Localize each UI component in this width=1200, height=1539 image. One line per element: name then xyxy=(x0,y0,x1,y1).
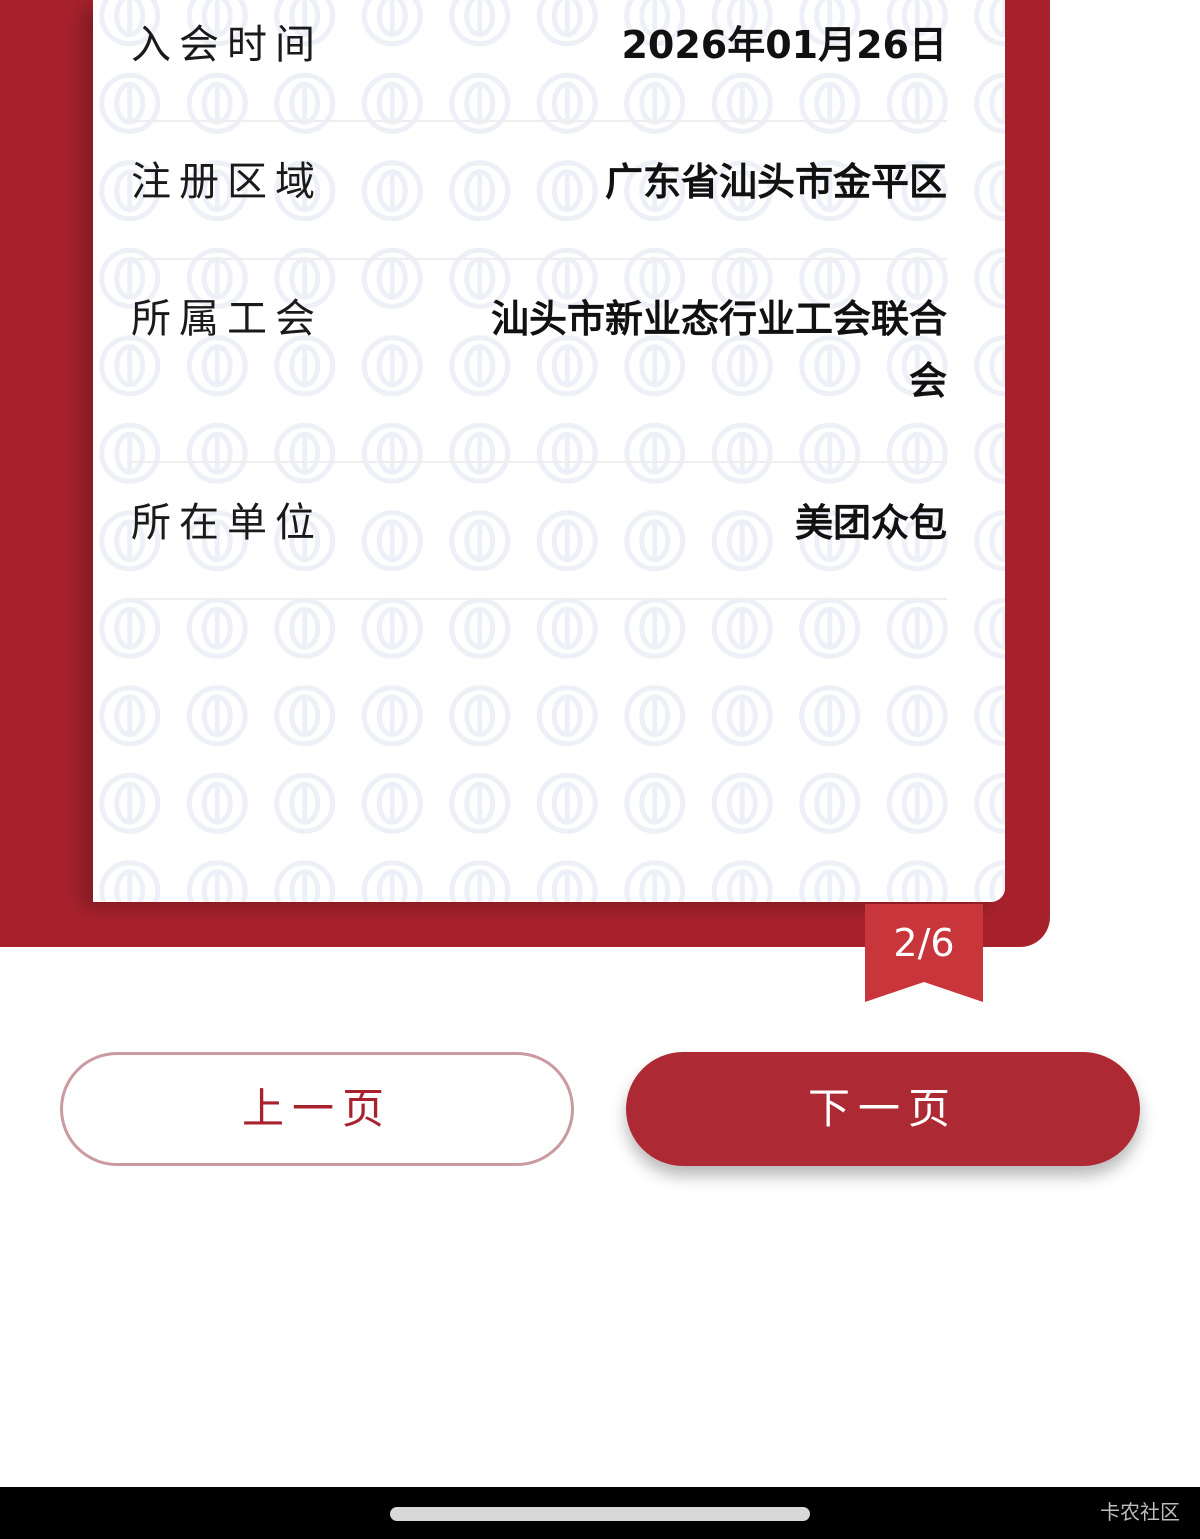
join-date-label: 入会时间 xyxy=(131,22,323,68)
row-divider xyxy=(131,461,947,463)
register-region-label: 注册区域 xyxy=(131,159,323,205)
row-divider xyxy=(131,258,947,260)
employer-label: 所在单位 xyxy=(131,500,323,546)
member-info-card: 入会时间 2026年01月26日 注册区域 广东省汕头市金平区 所属工会 汕头市… xyxy=(93,0,1005,902)
page-indicator: 2/6 xyxy=(865,904,983,1002)
list-item: 所在单位 美团众包 xyxy=(131,464,947,602)
prev-page-button[interactable]: 上一页 xyxy=(60,1052,574,1166)
next-page-button[interactable]: 下一页 xyxy=(626,1052,1140,1166)
union-value: 汕头市新业态行业工会联合会 xyxy=(490,297,947,403)
register-region-value: 广东省汕头市金平区 xyxy=(604,160,947,204)
home-indicator[interactable] xyxy=(390,1507,810,1521)
list-item: 入会时间 2026年01月26日 xyxy=(131,0,947,123)
page-indicator-text: 2/6 xyxy=(893,921,955,965)
system-nav-bar: 卡农社区 xyxy=(0,1487,1200,1539)
row-divider xyxy=(131,598,947,600)
list-item: 所属工会 汕头市新业态行业工会联合会 xyxy=(131,261,947,464)
union-label: 所属工会 xyxy=(131,296,323,342)
site-watermark: 卡农社区 xyxy=(1100,1500,1180,1524)
row-divider xyxy=(131,120,947,122)
join-date-value: 2026年01月26日 xyxy=(621,23,947,67)
list-item: 注册区域 广东省汕头市金平区 xyxy=(131,123,947,261)
employer-value: 美团众包 xyxy=(794,501,947,545)
